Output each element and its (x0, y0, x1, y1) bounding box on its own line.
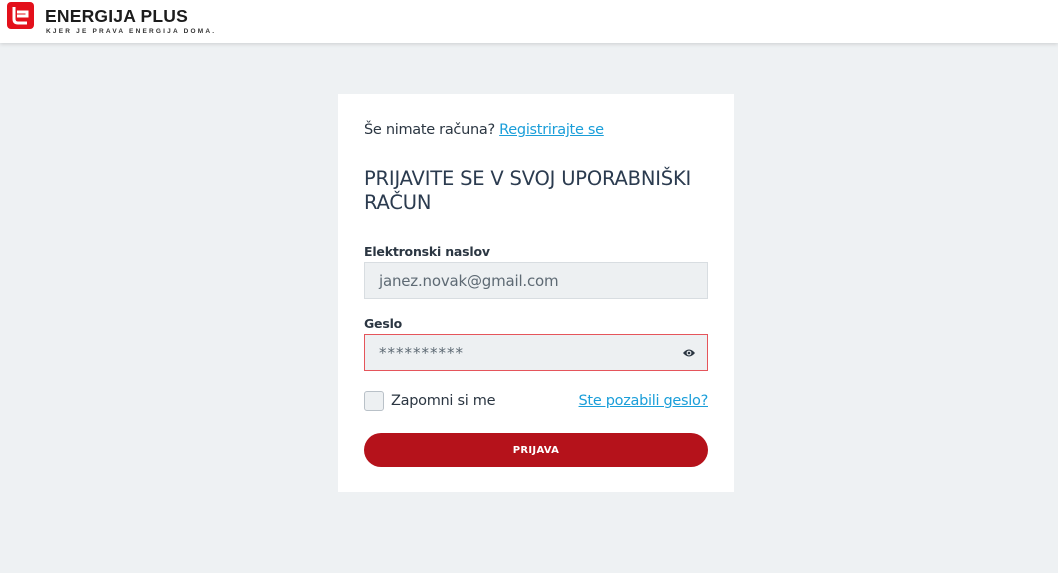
password-value: ********** (379, 343, 464, 362)
password-label: Geslo (364, 316, 403, 331)
register-link[interactable]: Registrirajte se (499, 122, 604, 138)
energija-plus-logo-icon (7, 2, 34, 29)
login-card: Še nimate računa? Registrirajte se PRIJA… (338, 94, 734, 492)
top-bar: ENERGIJA PLUS KJER JE PRAVA ENERGIJA DOM… (0, 0, 1058, 43)
email-field[interactable]: janez.novak@gmail.com (364, 262, 708, 299)
forgot-password-link[interactable]: Ste pozabili geslo? (579, 393, 709, 409)
show-password-eye-icon[interactable] (682, 347, 696, 359)
email-value: janez.novak@gmail.com (379, 271, 559, 290)
email-label: Elektronski naslov (364, 244, 490, 259)
brand-name: ENERGIJA PLUS (45, 6, 188, 26)
brand-tagline: KJER JE PRAVA ENERGIJA DOMA. (46, 28, 217, 35)
brand-logo[interactable]: ENERGIJA PLUS KJER JE PRAVA ENERGIJA DOM… (7, 2, 216, 35)
signup-prompt: Še nimate računa? Registrirajte se (364, 122, 604, 138)
page-title: PRIJAVITE SE V SVOJ UPORABNIŠKI RAČUN (364, 167, 692, 214)
login-button[interactable]: PRIJAVA (364, 433, 708, 467)
password-field[interactable]: ********** (364, 334, 708, 371)
signup-prompt-text: Še nimate računa? (364, 122, 495, 138)
remember-me-label[interactable]: Zapomni si me (391, 393, 495, 409)
remember-me-checkbox[interactable] (364, 391, 384, 411)
